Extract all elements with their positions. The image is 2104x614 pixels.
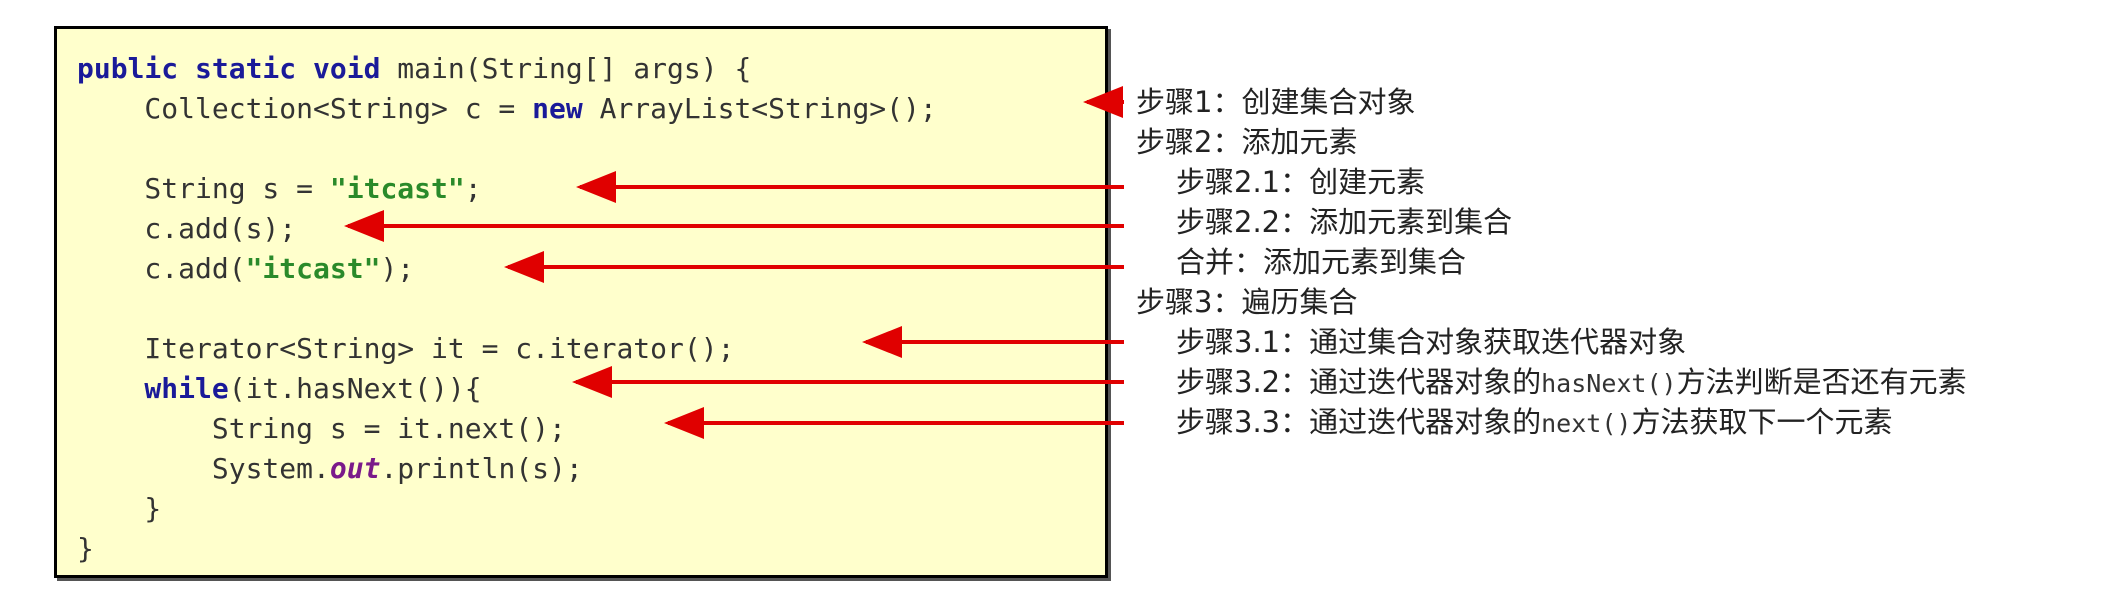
note-step2: 步骤2：添加元素 (1136, 125, 1358, 159)
method-name: next() (1541, 409, 1632, 438)
note-step3-3: 步骤3.3：通过迭代器对象的next()方法获取下一个元素 (1176, 402, 1892, 444)
note-step3-1: 步骤3.1：通过集合对象获取迭代器对象 (1176, 325, 1687, 359)
method-name: hasNext() (1541, 369, 1677, 398)
note-step1: 步骤1：创建集合对象 (1136, 85, 1416, 119)
note-text: 方法判断是否还有元素 (1676, 365, 1967, 399)
annotation-arrows (344, 86, 1124, 439)
note-text: 步骤3.3：通过迭代器对象的 (1176, 405, 1542, 439)
note-text: 方法获取下一个元素 (1631, 405, 1893, 439)
note-step2-1: 步骤2.1：创建元素 (1176, 165, 1426, 199)
note-text: 步骤3.2：通过迭代器对象的 (1176, 365, 1542, 399)
note-step3: 步骤3：遍历集合 (1136, 285, 1358, 319)
note-merge: 合并：添加元素到集合 (1176, 245, 1467, 279)
note-step2-2: 步骤2.2：添加元素到集合 (1176, 205, 1513, 239)
note-step3-2: 步骤3.2：通过迭代器对象的hasNext()方法判断是否还有元素 (1176, 362, 1967, 404)
